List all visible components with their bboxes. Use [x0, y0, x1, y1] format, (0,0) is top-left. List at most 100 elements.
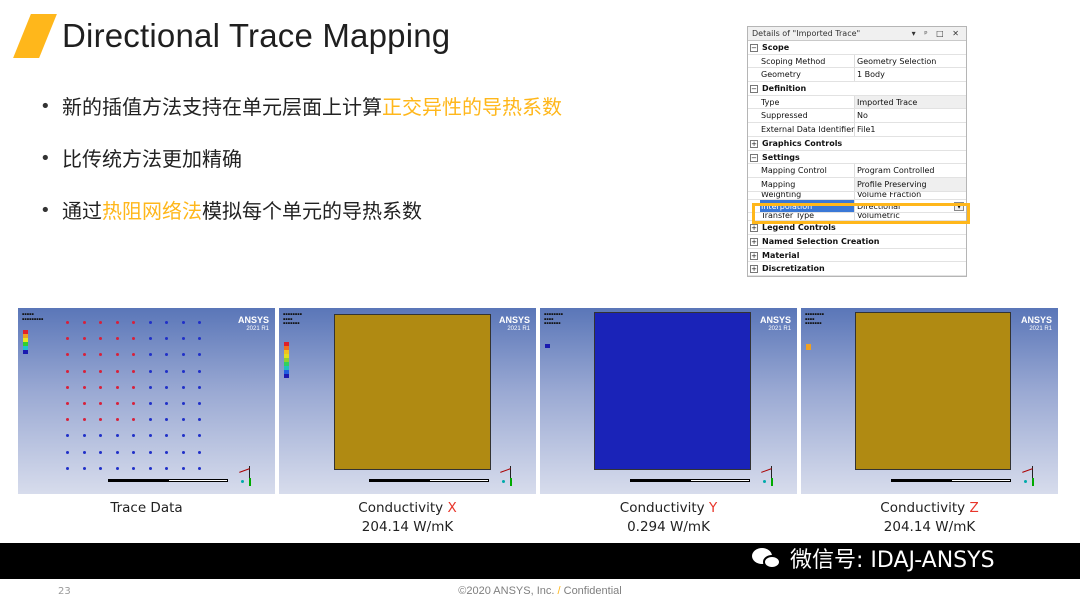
trace-point — [82, 466, 86, 470]
property-row-interpolation[interactable]: Interpolation Directional ▼ — [748, 199, 966, 214]
property-name: Weighting — [760, 191, 855, 199]
trace-point — [66, 450, 69, 454]
trace-point — [198, 418, 201, 422]
property-value[interactable]: Volume Fraction — [855, 192, 966, 199]
bullet-highlight: 正交异性的导热系数 — [382, 95, 562, 119]
property-value[interactable]: Profile Preserving — [855, 177, 966, 191]
expand-toggle-icon[interactable]: − — [750, 85, 758, 94]
bullet-highlight: 热阻网络法 — [102, 199, 202, 223]
wechat-id: 微信号: IDAJ-ANSYS — [790, 548, 995, 573]
property-row-weighting[interactable]: Weighting Volume Fraction — [748, 191, 966, 200]
trace-point — [198, 337, 201, 341]
view-header: ▪▪▪▪▪▪▪▪ ▪▪▪▪ ▪▪▪▪▪▪▪ — [544, 312, 563, 325]
property-row-suppressed[interactable]: Suppressed No — [748, 109, 966, 124]
caption-conductivity-z: Conductivity Z 204.14 W/mK — [801, 499, 1058, 537]
trace-point — [181, 450, 185, 454]
property-row-type[interactable]: Type Imported Trace — [748, 95, 966, 110]
property-name: External Data Identifier — [761, 123, 855, 136]
expand-toggle-icon[interactable]: − — [750, 44, 758, 52]
axis-triad-icon — [1022, 466, 1044, 488]
section-legend-controls[interactable]: + Legend Controls — [748, 221, 966, 235]
section-discretization[interactable]: + Discretization — [748, 262, 966, 276]
trace-point — [66, 466, 69, 470]
details-panel: Details of "Imported Trace" ▾ ᵖ □ ✕ − Sco… — [747, 26, 967, 277]
expand-toggle-icon[interactable]: + — [750, 265, 758, 274]
trace-point — [132, 418, 135, 422]
property-value[interactable]: 1 Body — [855, 68, 966, 81]
trace-point — [66, 337, 69, 341]
expand-toggle-icon[interactable]: + — [750, 251, 758, 260]
expand-toggle-icon[interactable]: + — [750, 237, 758, 246]
trace-point — [132, 353, 135, 357]
section-label: Discretization — [762, 264, 825, 274]
trace-point — [132, 369, 135, 373]
expand-toggle-icon[interactable]: + — [750, 224, 758, 233]
details-header: Details of "Imported Trace" ▾ ᵖ □ ✕ — [748, 27, 966, 41]
section-settings[interactable]: − Settings — [748, 151, 966, 165]
section-material[interactable]: + Material — [748, 249, 966, 263]
trace-point — [132, 337, 135, 341]
property-name: Type — [760, 95, 855, 109]
trace-point — [148, 466, 152, 470]
caption-conductivity-y: Conductivity Y 0.294 W/mK — [540, 499, 797, 537]
section-label: Graphics Controls — [762, 138, 843, 148]
property-value[interactable]: File1 — [855, 123, 966, 136]
property-row-external-data-identifier[interactable]: External Data Identifier File1 — [748, 123, 966, 137]
section-named-selection-creation[interactable]: + Named Selection Creation — [748, 235, 966, 249]
trace-point — [132, 402, 135, 405]
property-value[interactable]: No — [855, 109, 966, 122]
property-value[interactable]: Directional — [855, 199, 966, 213]
property-row-mapping[interactable]: Mapping Profile Preserving — [748, 177, 966, 192]
section-label: Scope — [762, 43, 790, 52]
property-row-mapping-control[interactable]: Mapping Control Program Controlled — [748, 164, 966, 178]
trace-point — [148, 402, 152, 405]
property-value[interactable]: Imported Trace — [855, 95, 966, 109]
property-value[interactable]: Program Controlled — [855, 164, 966, 177]
trace-point — [82, 402, 86, 405]
trace-point — [66, 418, 69, 422]
section-label: Named Selection Creation — [762, 236, 880, 246]
title-accent-bar — [13, 14, 57, 58]
trace-point — [132, 450, 135, 454]
trace-point — [66, 402, 69, 405]
bullet-list: 新的插值方法支持在单元层面上计算正交异性的导热系数 比传统方法更加精确 通过热阻… — [40, 92, 720, 248]
trace-point — [66, 321, 69, 324]
color-legend — [806, 344, 811, 350]
property-row-geometry[interactable]: Geometry 1 Body — [748, 68, 966, 83]
trace-point — [165, 402, 168, 405]
expand-toggle-icon[interactable]: + — [750, 139, 758, 148]
caption-label: Conductivity Z — [880, 500, 979, 516]
trace-point — [148, 385, 152, 389]
trace-point — [165, 353, 168, 357]
ansys-logo: ANSYS 2021 R1 — [1020, 315, 1052, 333]
panel-controls[interactable]: ▾ ᵖ □ ✕ — [912, 27, 962, 41]
wechat-watermark: 微信号: IDAJ-ANSYS — [752, 543, 995, 579]
section-scope[interactable]: − Scope — [748, 41, 966, 55]
ansys-logo: ANSYS 2021 R1 — [237, 315, 269, 333]
axis-letter: Y — [708, 500, 718, 516]
trace-point — [99, 353, 102, 357]
section-graphics-controls[interactable]: + Graphics Controls — [748, 137, 966, 151]
trace-point — [165, 337, 168, 341]
property-value[interactable]: Geometry Selection — [855, 55, 966, 68]
property-row-transfer-type[interactable]: Transfer Type Volumetric — [748, 213, 966, 222]
trace-point — [148, 418, 152, 422]
trace-point — [198, 369, 201, 373]
trace-point — [198, 466, 201, 470]
axis-letter: Z — [969, 500, 979, 516]
section-definition[interactable]: − Definition — [748, 82, 966, 96]
separator: / — [557, 585, 561, 597]
scale-bar — [369, 479, 489, 482]
trace-point — [181, 321, 185, 324]
trace-point — [82, 337, 86, 341]
dropdown-arrow-icon[interactable]: ▼ — [954, 201, 964, 211]
trace-point — [99, 337, 102, 341]
property-value[interactable]: Volumetric — [855, 213, 966, 220]
caption-value: 0.294 W/mK — [627, 519, 710, 535]
trace-point — [82, 369, 86, 373]
property-name: Scoping Method — [760, 54, 855, 68]
property-row-scoping-method[interactable]: Scoping Method Geometry Selection — [748, 54, 966, 69]
trace-point — [82, 385, 86, 389]
trace-point — [198, 402, 201, 405]
expand-toggle-icon[interactable]: − — [750, 153, 758, 162]
